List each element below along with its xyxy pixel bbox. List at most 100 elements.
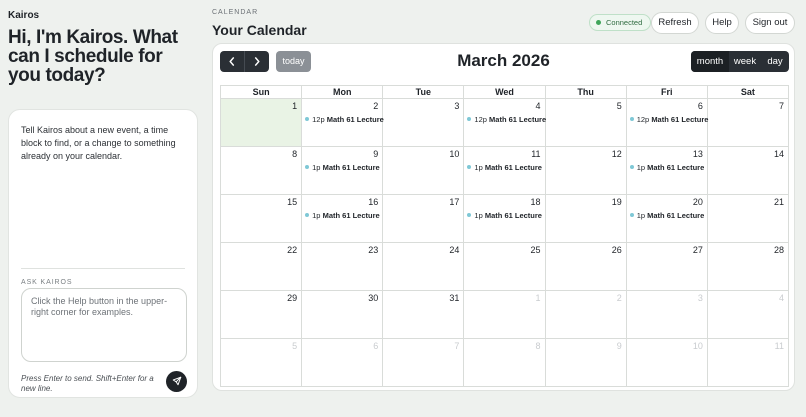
calendar-event[interactable]: 1p Math 61 Lecture [467,211,542,220]
day-number[interactable]: 15 [287,197,297,207]
calendar-event[interactable]: 1p Math 61 Lecture [305,163,380,172]
day-cell[interactable]: 14 [707,147,789,195]
day-cell[interactable]: 4 12p Math 61 Lecture [464,99,546,147]
day-cell[interactable]: 31 [383,291,465,339]
day-cell[interactable]: 4 [707,291,789,339]
day-number[interactable]: 5 [617,101,622,111]
day-number[interactable]: 3 [454,101,459,111]
view-week-button[interactable]: week [729,51,761,72]
sign-out-button[interactable]: Sign out [745,12,795,34]
day-cell[interactable]: 2 [545,291,627,339]
day-cell[interactable]: 22 [221,243,303,291]
day-cell[interactable]: 30 [302,291,384,339]
day-cell[interactable]: 2 12p Math 61 Lecture [302,99,384,147]
help-button[interactable]: Help [705,12,739,34]
day-cell[interactable]: 6 [302,339,384,387]
calendar-event[interactable]: 1p Math 61 Lecture [629,163,704,172]
day-cell[interactable]: 3 [383,99,465,147]
day-cell[interactable]: 7 [707,99,789,147]
day-number[interactable]: 27 [693,245,703,255]
day-cell-today[interactable]: 1 [221,99,303,147]
day-number[interactable]: 9 [617,341,622,351]
day-number[interactable]: 1 [536,293,541,303]
day-cell[interactable]: 7 [383,339,465,387]
day-number[interactable]: 1 [292,101,297,111]
day-number[interactable]: 24 [449,245,459,255]
day-cell[interactable]: 29 [221,291,303,339]
day-number[interactable]: 4 [536,101,541,111]
day-number[interactable]: 14 [774,149,784,159]
ask-input[interactable] [21,288,187,362]
day-cell[interactable]: 12 [545,147,627,195]
view-day-button[interactable]: day [761,51,789,72]
day-cell[interactable]: 9 [545,339,627,387]
day-number[interactable]: 8 [536,341,541,351]
day-cell[interactable]: 13 1p Math 61 Lecture [626,147,708,195]
day-cell[interactable]: 16 1p Math 61 Lecture [302,195,384,243]
refresh-button[interactable]: Refresh [651,12,699,34]
day-number[interactable]: 8 [292,149,297,159]
day-number[interactable]: 9 [373,149,378,159]
calendar-event[interactable]: 12p Math 61 Lecture [467,115,546,124]
day-number[interactable]: 6 [373,341,378,351]
send-button[interactable] [166,371,187,392]
day-cell[interactable]: 8 [221,147,303,195]
day-cell[interactable]: 5 [545,99,627,147]
day-number[interactable]: 22 [287,245,297,255]
day-cell[interactable]: 15 [221,195,303,243]
day-number[interactable]: 10 [693,341,703,351]
day-cell[interactable]: 23 [302,243,384,291]
day-cell[interactable]: 25 [464,243,546,291]
day-number[interactable]: 20 [693,197,703,207]
today-button[interactable]: today [276,51,311,72]
day-number[interactable]: 18 [531,197,541,207]
calendar-event[interactable]: 1p Math 61 Lecture [629,211,704,220]
day-cell[interactable]: 8 [464,339,546,387]
calendar-event[interactable]: 12p Math 61 Lecture [305,115,384,124]
day-number[interactable]: 3 [698,293,703,303]
day-number[interactable]: 7 [779,101,784,111]
day-cell[interactable]: 10 [626,339,708,387]
next-month-button[interactable] [244,51,268,72]
day-cell[interactable]: 6 12p Math 61 Lecture [626,99,708,147]
day-cell[interactable]: 18 1p Math 61 Lecture [464,195,546,243]
day-number[interactable]: 30 [368,293,378,303]
day-number[interactable]: 2 [617,293,622,303]
day-number[interactable]: 10 [449,149,459,159]
day-number[interactable]: 17 [449,197,459,207]
day-cell[interactable]: 5 [221,339,303,387]
day-number[interactable]: 6 [698,101,703,111]
day-cell[interactable]: 1 [464,291,546,339]
day-cell[interactable]: 10 [383,147,465,195]
day-cell[interactable]: 20 1p Math 61 Lecture [626,195,708,243]
day-number[interactable]: 11 [775,341,784,351]
day-cell[interactable]: 3 [626,291,708,339]
day-number[interactable]: 26 [612,245,622,255]
day-cell[interactable]: 9 1p Math 61 Lecture [302,147,384,195]
day-number[interactable]: 12 [612,149,622,159]
calendar-event[interactable]: 12p Math 61 Lecture [629,115,708,124]
day-cell[interactable]: 11 1p Math 61 Lecture [464,147,546,195]
day-cell[interactable]: 28 [707,243,789,291]
day-number[interactable]: 21 [774,197,784,207]
day-number[interactable]: 5 [292,341,297,351]
day-cell[interactable]: 11 [707,339,789,387]
calendar-event[interactable]: 1p Math 61 Lecture [305,211,380,220]
day-cell[interactable]: 26 [545,243,627,291]
day-number[interactable]: 16 [368,197,378,207]
day-number[interactable]: 25 [531,245,541,255]
day-cell[interactable]: 17 [383,195,465,243]
day-number[interactable]: 31 [449,293,459,303]
day-cell[interactable]: 27 [626,243,708,291]
prev-month-button[interactable] [220,51,244,72]
calendar-event[interactable]: 1p Math 61 Lecture [467,163,542,172]
day-number[interactable]: 13 [693,149,703,159]
day-number[interactable]: 2 [373,101,378,111]
day-number[interactable]: 11 [531,149,540,159]
day-number[interactable]: 7 [454,341,459,351]
day-number[interactable]: 19 [612,197,622,207]
day-number[interactable]: 28 [774,245,784,255]
day-number[interactable]: 29 [287,293,297,303]
day-cell[interactable]: 19 [545,195,627,243]
view-month-button[interactable]: month [691,51,729,72]
